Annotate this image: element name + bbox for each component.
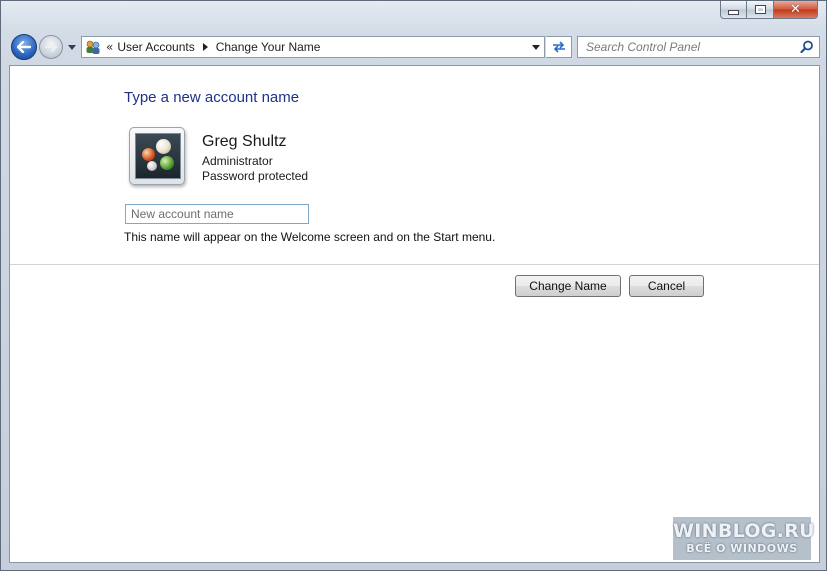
name-hint-text: This name will appear on the Welcome scr… xyxy=(124,230,496,244)
chevron-down-icon xyxy=(68,44,76,50)
close-button[interactable]: ✕ xyxy=(774,1,818,19)
watermark-title: WINBLOG.RU xyxy=(673,520,815,542)
user-picture xyxy=(135,133,181,179)
maximize-icon xyxy=(754,5,766,14)
user-password-status: Password protected xyxy=(202,169,309,183)
refresh-icon xyxy=(552,41,565,53)
new-account-name-input[interactable] xyxy=(125,204,309,224)
breadcrumb-change-your-name[interactable]: Change Your Name xyxy=(216,40,321,54)
user-name: Greg Shultz xyxy=(202,133,287,150)
address-dropdown-button[interactable] xyxy=(528,37,544,57)
user-accounts-icon xyxy=(85,39,101,55)
content-pane: Type a new account name Greg Shultz Admi… xyxy=(9,65,820,563)
maximize-button[interactable] xyxy=(747,1,774,19)
avatar xyxy=(129,127,185,185)
forward-button[interactable] xyxy=(39,35,63,59)
breadcrumb-user-accounts[interactable]: User Accounts xyxy=(117,40,194,54)
back-arrow-icon xyxy=(17,41,31,53)
recent-pages-button[interactable] xyxy=(67,40,77,54)
window: ✕ « User Accounts Change Your Name Searc… xyxy=(0,0,827,571)
navigation-bar: « User Accounts Change Your Name xyxy=(9,34,820,60)
search-icon[interactable] xyxy=(800,40,814,54)
chevron-down-icon xyxy=(532,44,540,50)
forward-arrow-icon xyxy=(45,42,57,52)
divider xyxy=(10,264,819,265)
breadcrumb-separator-icon[interactable] xyxy=(202,43,208,51)
cancel-button[interactable]: Cancel xyxy=(629,275,704,297)
page-title: Type a new account name xyxy=(124,89,300,106)
refresh-button[interactable] xyxy=(546,36,572,58)
search-box[interactable] xyxy=(577,36,820,58)
back-button[interactable] xyxy=(11,34,37,60)
watermark: WINBLOG.RU ВСЁ О WINDOWS xyxy=(673,517,815,560)
watermark-subtitle: ВСЁ О WINDOWS xyxy=(686,542,798,555)
minimize-icon xyxy=(728,10,739,15)
breadcrumb-overflow-icon[interactable]: « xyxy=(106,40,113,54)
user-role: Administrator xyxy=(202,154,273,168)
change-name-button[interactable]: Change Name xyxy=(515,275,621,297)
address-bar[interactable]: « User Accounts Change Your Name xyxy=(81,36,545,58)
minimize-button[interactable] xyxy=(720,1,747,19)
caption-buttons: ✕ xyxy=(720,1,818,19)
search-input[interactable] xyxy=(584,39,798,55)
close-icon: ✕ xyxy=(790,2,801,17)
